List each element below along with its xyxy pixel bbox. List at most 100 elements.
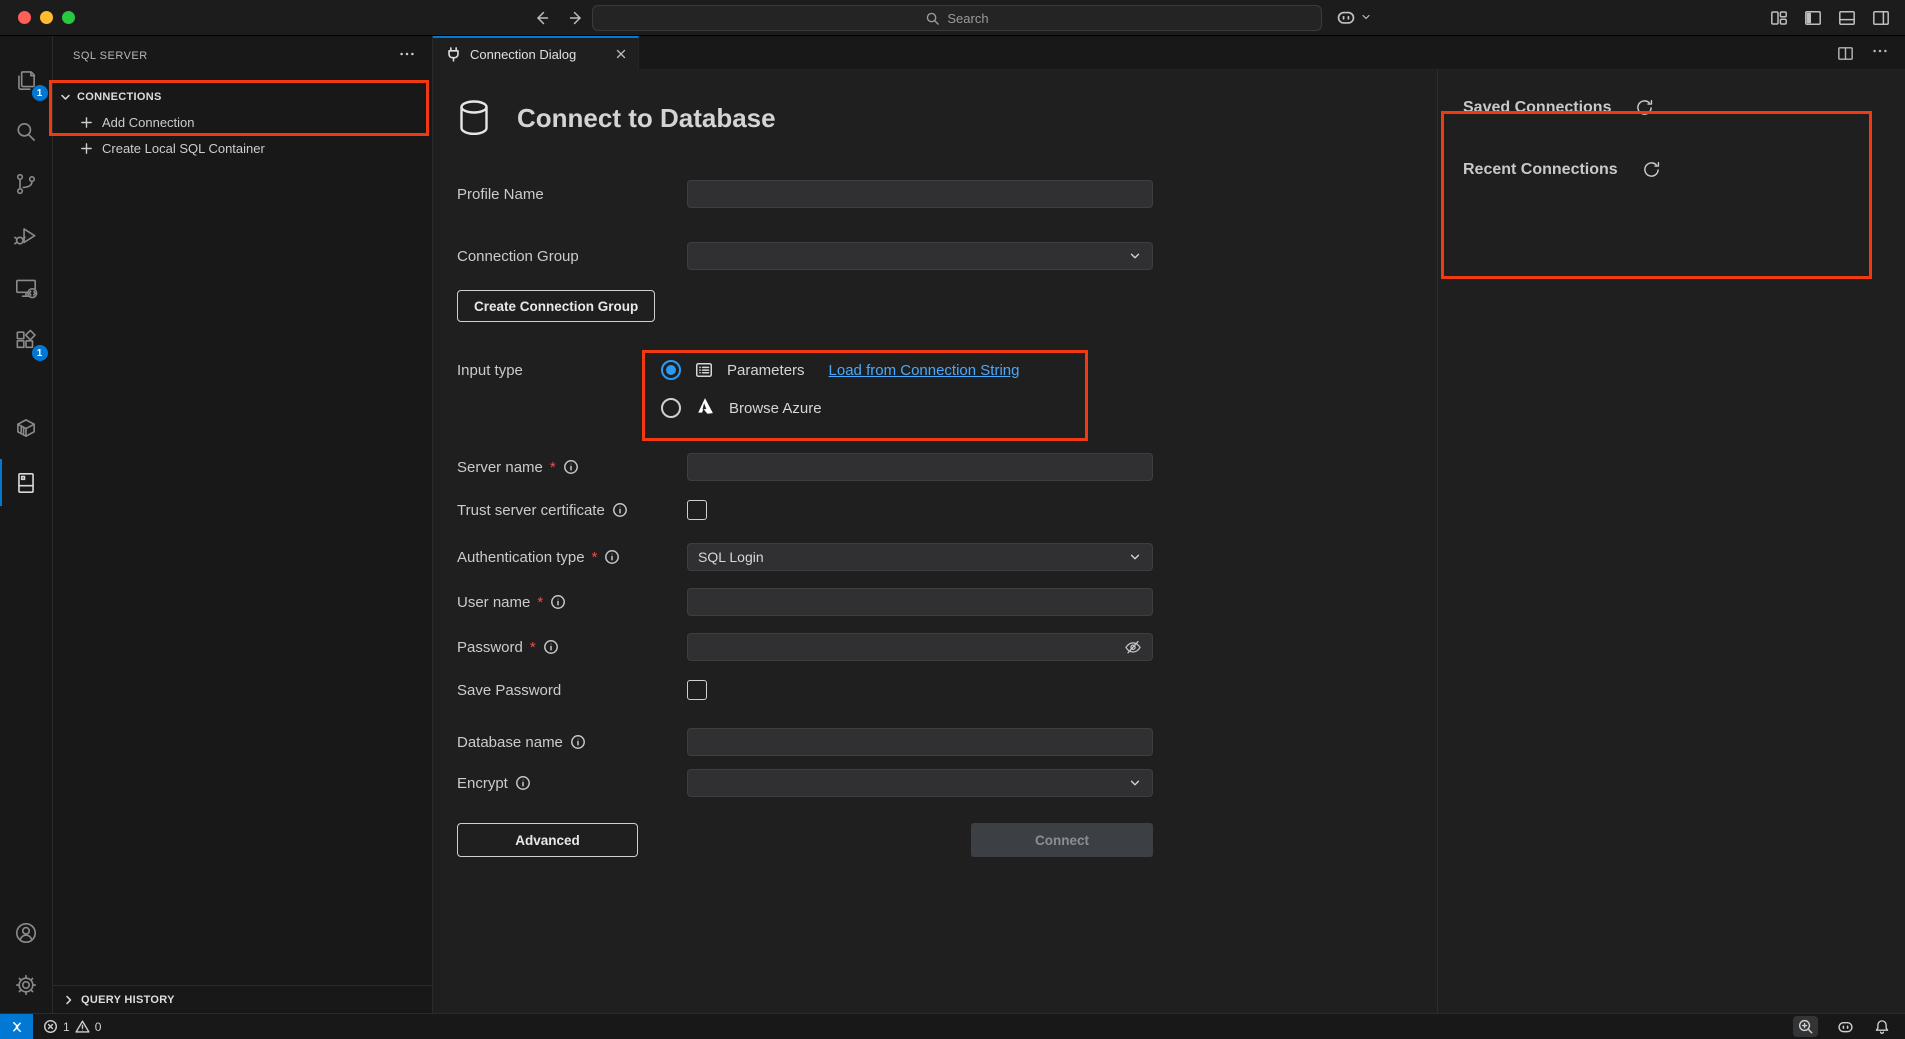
parameters-radio[interactable] xyxy=(661,360,681,380)
info-icon[interactable] xyxy=(515,775,531,791)
explorer-badge: 1 xyxy=(32,85,48,101)
advanced-button[interactable]: Advanced xyxy=(457,823,638,857)
primary-sidebar: SQL SERVER CONNECTIONS Add Connection Cr… xyxy=(53,36,433,1013)
authentication-type-value: SQL Login xyxy=(698,549,764,565)
split-editor-icon[interactable] xyxy=(1836,44,1855,63)
activity-source-control[interactable] xyxy=(0,158,53,210)
workbench: 1 1 xyxy=(0,36,1905,1013)
required-marker: * xyxy=(530,639,536,656)
settings-button[interactable] xyxy=(0,959,53,1011)
problems-indicator[interactable]: 1 0 xyxy=(43,1019,101,1034)
editor-area: Connection Dialog Connect to Database xyxy=(433,36,1905,1013)
toggle-password-visibility-icon[interactable] xyxy=(1123,637,1143,657)
close-window-button[interactable] xyxy=(18,11,31,24)
customize-layout-icon[interactable] xyxy=(1769,8,1789,28)
create-connection-group-button[interactable]: Create Connection Group xyxy=(457,290,655,322)
parameters-icon xyxy=(694,360,714,380)
accounts-button[interactable] xyxy=(0,907,53,959)
vscode-window: Search 1 xyxy=(0,0,1905,1039)
sidebar-title: SQL SERVER xyxy=(73,50,148,62)
toggle-primary-sidebar-icon[interactable] xyxy=(1803,8,1823,28)
maximize-window-button[interactable] xyxy=(62,11,75,24)
info-icon[interactable] xyxy=(570,734,586,750)
database-icon xyxy=(457,98,491,138)
source-control-icon xyxy=(13,171,39,197)
browse-azure-radio[interactable] xyxy=(661,398,681,418)
chevron-down-icon xyxy=(1360,11,1372,23)
container-icon xyxy=(13,415,39,441)
authentication-type-select[interactable]: SQL Login xyxy=(687,543,1153,571)
zoom-status-icon[interactable] xyxy=(1793,1016,1818,1037)
toggle-secondary-sidebar-icon[interactable] xyxy=(1871,8,1891,28)
connection-group-select[interactable] xyxy=(687,242,1153,270)
run-debug-icon xyxy=(13,223,39,249)
browse-azure-option-label[interactable]: Browse Azure xyxy=(729,400,822,417)
server-name-input[interactable] xyxy=(687,453,1153,481)
refresh-icon[interactable] xyxy=(1635,98,1654,117)
trust-server-certificate-checkbox[interactable] xyxy=(687,500,707,520)
user-name-label: User name xyxy=(457,594,530,611)
connection-group-label: Connection Group xyxy=(457,248,579,265)
activity-extensions[interactable]: 1 xyxy=(0,314,53,366)
info-icon[interactable] xyxy=(612,502,628,518)
back-icon[interactable] xyxy=(532,8,552,28)
search-icon xyxy=(925,11,940,26)
database-name-input[interactable] xyxy=(687,728,1153,756)
activity-search[interactable] xyxy=(0,106,53,158)
info-icon[interactable] xyxy=(543,639,559,655)
tab-connection-dialog[interactable]: Connection Dialog xyxy=(433,36,639,70)
connect-button[interactable]: Connect xyxy=(971,823,1153,857)
sql-server-icon xyxy=(13,470,39,496)
activity-sql-server[interactable] xyxy=(0,455,53,510)
window-controls xyxy=(0,11,75,24)
activity-run-debug[interactable] xyxy=(0,210,53,262)
trust-server-certificate-label: Trust server certificate xyxy=(457,502,605,519)
server-name-label: Server name xyxy=(457,459,543,476)
sidebar-item-create-local-sql-container[interactable]: Create Local SQL Container xyxy=(53,135,432,161)
copilot-status-icon[interactable] xyxy=(1836,1017,1855,1036)
info-icon[interactable] xyxy=(604,549,620,565)
encrypt-select[interactable] xyxy=(687,769,1153,797)
status-bar: 1 0 xyxy=(0,1013,1905,1039)
activity-explorer[interactable]: 1 xyxy=(0,54,53,106)
search-label: Search xyxy=(947,11,988,26)
profile-name-input[interactable] xyxy=(687,180,1153,208)
chevron-down-icon xyxy=(57,89,73,105)
sidebar-item-add-connection[interactable]: Add Connection xyxy=(53,109,432,135)
password-input[interactable] xyxy=(687,633,1153,661)
azure-icon xyxy=(694,395,716,422)
close-tab-icon[interactable] xyxy=(614,47,628,61)
account-icon xyxy=(13,920,39,946)
user-name-input[interactable] xyxy=(687,588,1153,616)
required-marker: * xyxy=(537,594,543,611)
info-icon[interactable] xyxy=(550,594,566,610)
info-icon[interactable] xyxy=(563,459,579,475)
minimize-window-button[interactable] xyxy=(40,11,53,24)
more-actions-icon[interactable] xyxy=(398,45,416,68)
profile-name-label: Profile Name xyxy=(457,186,544,203)
connection-plug-icon xyxy=(445,46,462,63)
chevron-down-icon xyxy=(1128,776,1142,790)
connections-section-header[interactable]: CONNECTIONS xyxy=(53,84,432,109)
activity-remote-explorer[interactable] xyxy=(0,262,53,314)
toggle-panel-icon[interactable] xyxy=(1837,8,1857,28)
load-from-connection-string-link[interactable]: Load from Connection String xyxy=(829,362,1020,379)
command-center-search[interactable]: Search xyxy=(592,5,1322,31)
tab-title: Connection Dialog xyxy=(470,47,576,62)
activity-bar: 1 1 xyxy=(0,36,53,1013)
query-history-section-header[interactable]: QUERY HISTORY xyxy=(53,985,432,1013)
parameters-option-label[interactable]: Parameters xyxy=(727,362,805,379)
remote-indicator[interactable] xyxy=(0,1014,33,1039)
more-actions-icon[interactable] xyxy=(1871,42,1889,65)
notifications-bell-icon[interactable] xyxy=(1873,1018,1891,1036)
recent-connections-header: Recent Connections xyxy=(1463,161,1618,179)
activity-containers[interactable] xyxy=(0,400,53,455)
chevron-down-icon xyxy=(1128,249,1142,263)
save-password-checkbox[interactable] xyxy=(687,680,707,700)
copilot-menu[interactable] xyxy=(1335,6,1372,28)
authentication-type-label: Authentication type xyxy=(457,549,585,566)
copilot-icon xyxy=(1335,6,1357,28)
forward-icon[interactable] xyxy=(566,8,586,28)
warning-icon xyxy=(75,1019,90,1034)
refresh-icon[interactable] xyxy=(1642,160,1661,179)
